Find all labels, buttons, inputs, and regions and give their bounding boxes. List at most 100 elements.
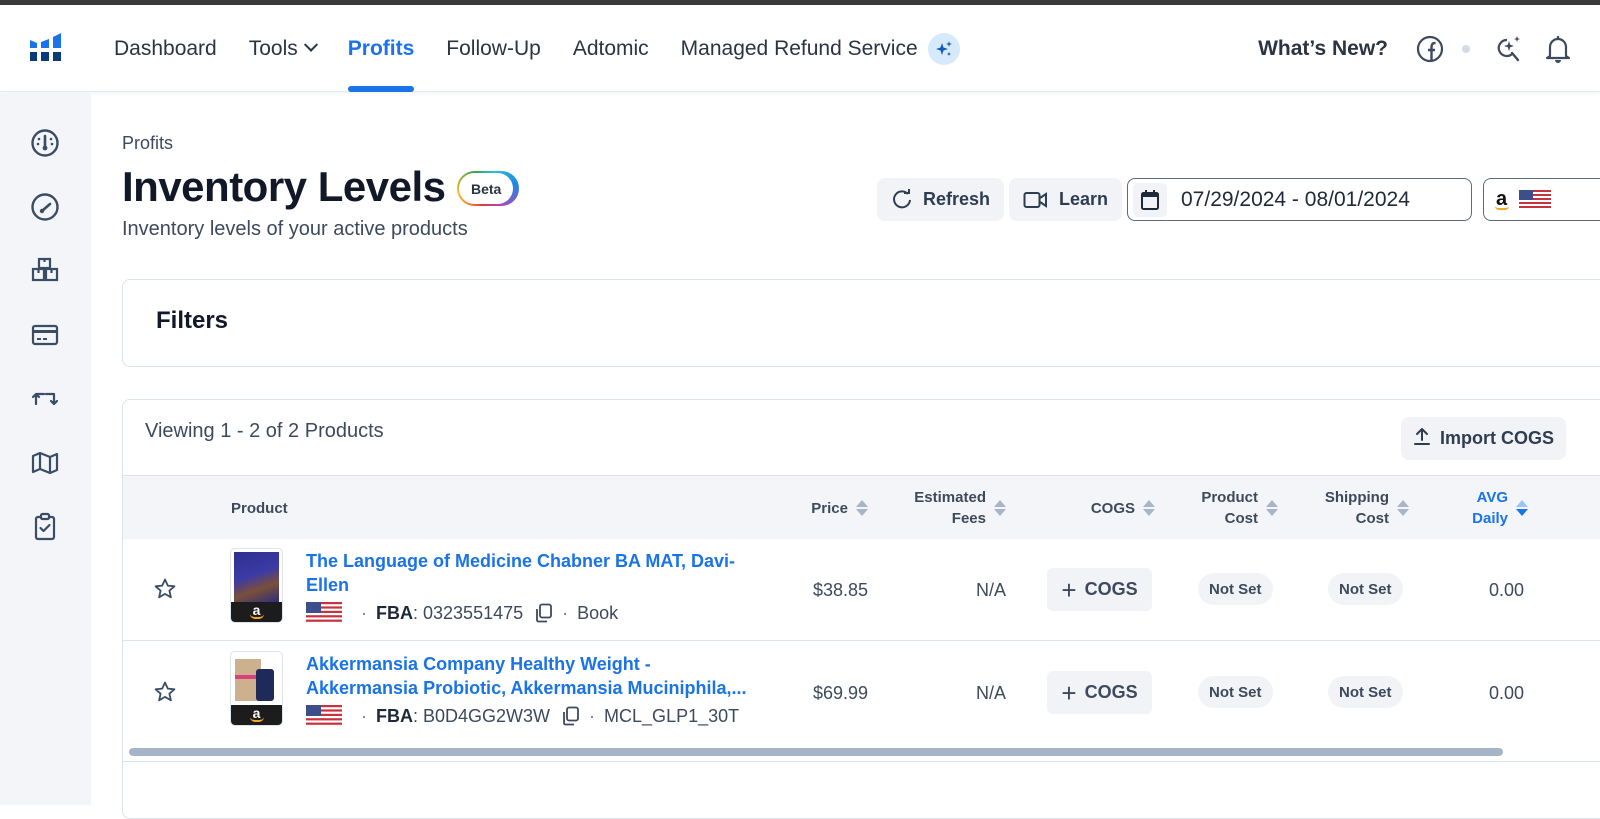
- refresh-button[interactable]: Refresh: [877, 178, 1005, 221]
- calendar-icon: [1133, 182, 1167, 217]
- video-icon: [1023, 190, 1049, 210]
- nav-tools[interactable]: Tools: [249, 5, 318, 92]
- speedometer-icon[interactable]: [30, 192, 60, 222]
- product-thumbnail[interactable]: a: [230, 548, 283, 623]
- bell-icon[interactable]: [1542, 33, 1574, 65]
- col-avg-line1: AVG: [1476, 489, 1508, 506]
- product-cost-pill[interactable]: Not Set: [1198, 676, 1273, 708]
- col-shipping-cost[interactable]: Shipping Cost: [1288, 476, 1409, 540]
- sort-icon[interactable]: [1266, 500, 1278, 516]
- facebook-icon[interactable]: [1414, 33, 1446, 65]
- est-fees-cell: N/A: [975, 682, 1006, 703]
- shipping-cost-pill[interactable]: Not Set: [1328, 676, 1403, 708]
- star-icon[interactable]: [153, 577, 177, 606]
- sort-icon[interactable]: [994, 500, 1006, 516]
- col-sc-line1: Shipping: [1324, 489, 1389, 506]
- col-cogs[interactable]: COGS: [1023, 476, 1155, 540]
- col-product-label: Product: [231, 499, 288, 517]
- nav-profits[interactable]: Profits: [347, 5, 415, 92]
- book-cover-image: [234, 552, 279, 602]
- ai-search-icon[interactable]: [1492, 33, 1524, 65]
- colon: :: [413, 705, 424, 726]
- price-cell: $38.85: [812, 579, 868, 600]
- col-fees-label: Estimated Fees: [914, 487, 986, 529]
- products-table-card: Viewing 1 - 2 of 2 Products Import COGS …: [122, 399, 1600, 819]
- price-cell: $69.99: [812, 682, 868, 703]
- colon: :: [413, 602, 424, 623]
- import-cogs-button[interactable]: Import COGS: [1401, 417, 1567, 460]
- filters-panel[interactable]: Filters: [122, 279, 1600, 367]
- beta-badge: Beta: [459, 173, 514, 204]
- sort-icon[interactable]: [1397, 500, 1409, 516]
- dashboard-gauge-icon[interactable]: [30, 128, 60, 158]
- col-price[interactable]: Price: [743, 476, 868, 540]
- copy-icon[interactable]: [562, 706, 580, 726]
- horizontal-scrollbar[interactable]: [129, 748, 1503, 756]
- nav-managed-refund-service[interactable]: Managed Refund Service: [681, 5, 960, 92]
- nav-profits-label: Profits: [347, 36, 415, 60]
- copy-icon[interactable]: [535, 603, 553, 623]
- filters-title: Filters: [156, 307, 229, 334]
- nav-right: What’s New?: [1258, 5, 1574, 92]
- star-icon[interactable]: [153, 680, 177, 709]
- marketplace-selector[interactable]: a: [1483, 178, 1600, 221]
- product-cost-pill[interactable]: Not Set: [1198, 573, 1273, 605]
- add-cogs-button[interactable]: + COGS: [1047, 568, 1152, 611]
- table-header: Product Price Estimated Fees COGS Product…: [123, 475, 1600, 539]
- col-pc-line1: Product: [1201, 489, 1258, 506]
- page-subtitle: Inventory levels of your active products: [122, 218, 468, 240]
- refund-arrows-icon[interactable]: [30, 384, 60, 414]
- shipping-cost-pill[interactable]: Not Set: [1328, 573, 1403, 605]
- credit-card-icon[interactable]: [30, 320, 60, 350]
- nav-follow-up[interactable]: Follow-Up: [446, 5, 541, 92]
- map-icon[interactable]: [30, 448, 60, 478]
- clipboard-check-icon[interactable]: [30, 512, 60, 542]
- nav-follow-up-label: Follow-Up: [446, 36, 541, 60]
- product-title-link[interactable]: The Language of Medicine Chabner BA MAT,…: [306, 549, 756, 597]
- nav-dashboard[interactable]: Dashboard: [114, 5, 217, 92]
- refresh-icon: [891, 188, 913, 211]
- sort-icon[interactable]: [1143, 500, 1155, 516]
- avg-daily-cell: 0.00: [1488, 579, 1524, 600]
- us-flag-icon: [306, 705, 342, 727]
- col-avg-daily[interactable]: AVG Daily: [1423, 476, 1528, 540]
- col-sc-line2: Cost: [1355, 510, 1389, 527]
- product-meta: · FBA: 0323551475 · Book: [306, 601, 618, 625]
- col-fees-line2: Fees: [951, 510, 986, 527]
- add-cogs-button[interactable]: + COGS: [1047, 671, 1152, 714]
- app-logo[interactable]: [28, 32, 64, 64]
- breadcrumb[interactable]: Profits: [122, 133, 173, 154]
- sparkle-icon: [927, 32, 960, 65]
- nav-managed-refund-label: Managed Refund Service: [680, 36, 918, 60]
- meta-separator: ·: [562, 602, 569, 623]
- whats-new-link[interactable]: What’s New?: [1258, 37, 1388, 61]
- meta-separator: ·: [361, 602, 367, 623]
- us-flag-icon: [1519, 189, 1552, 210]
- col-product-cost[interactable]: Product Cost: [1163, 476, 1278, 540]
- table-bottom-divider: [123, 761, 1600, 762]
- channel-label: FBA: [376, 602, 413, 623]
- learn-button[interactable]: Learn: [1009, 178, 1123, 221]
- viewing-count: Viewing 1 - 2 of 2 Products: [145, 420, 384, 442]
- nav-adtomic[interactable]: Adtomic: [573, 5, 649, 92]
- col-shipping-cost-label: Shipping Cost: [1325, 487, 1389, 529]
- date-range-value: 07/29/2024 - 08/01/2024: [1181, 187, 1410, 211]
- asin-value: B0D4GG2W3W: [423, 705, 551, 726]
- meta-separator: ·: [361, 705, 367, 726]
- add-cogs-label: COGS: [1084, 579, 1138, 599]
- page-title: Inventory Levels: [122, 163, 446, 210]
- plus-icon: +: [1061, 677, 1077, 708]
- table-row: a Akkermansia Company Healthy Weight - A…: [123, 642, 1600, 744]
- separator-dot: [1462, 44, 1470, 53]
- table-row: a The Language of Medicine Chabner BA MA…: [123, 539, 1600, 641]
- col-estimated-fees[interactable]: Estimated Fees: [863, 476, 1006, 540]
- product-title-link[interactable]: Akkermansia Company Healthy Weight - Akk…: [306, 652, 756, 700]
- product-thumbnail[interactable]: a: [230, 651, 283, 726]
- nav-adtomic-label: Adtomic: [572, 36, 649, 60]
- date-range-picker[interactable]: 07/29/2024 - 08/01/2024: [1127, 178, 1472, 221]
- chevron-down-icon: [303, 37, 318, 52]
- sort-desc-icon[interactable]: [1516, 500, 1528, 516]
- boxes-icon[interactable]: [30, 256, 60, 286]
- main-nav: Dashboard Tools Profits Follow-Up Adtomi…: [114, 5, 992, 92]
- col-product: Product: [231, 476, 431, 540]
